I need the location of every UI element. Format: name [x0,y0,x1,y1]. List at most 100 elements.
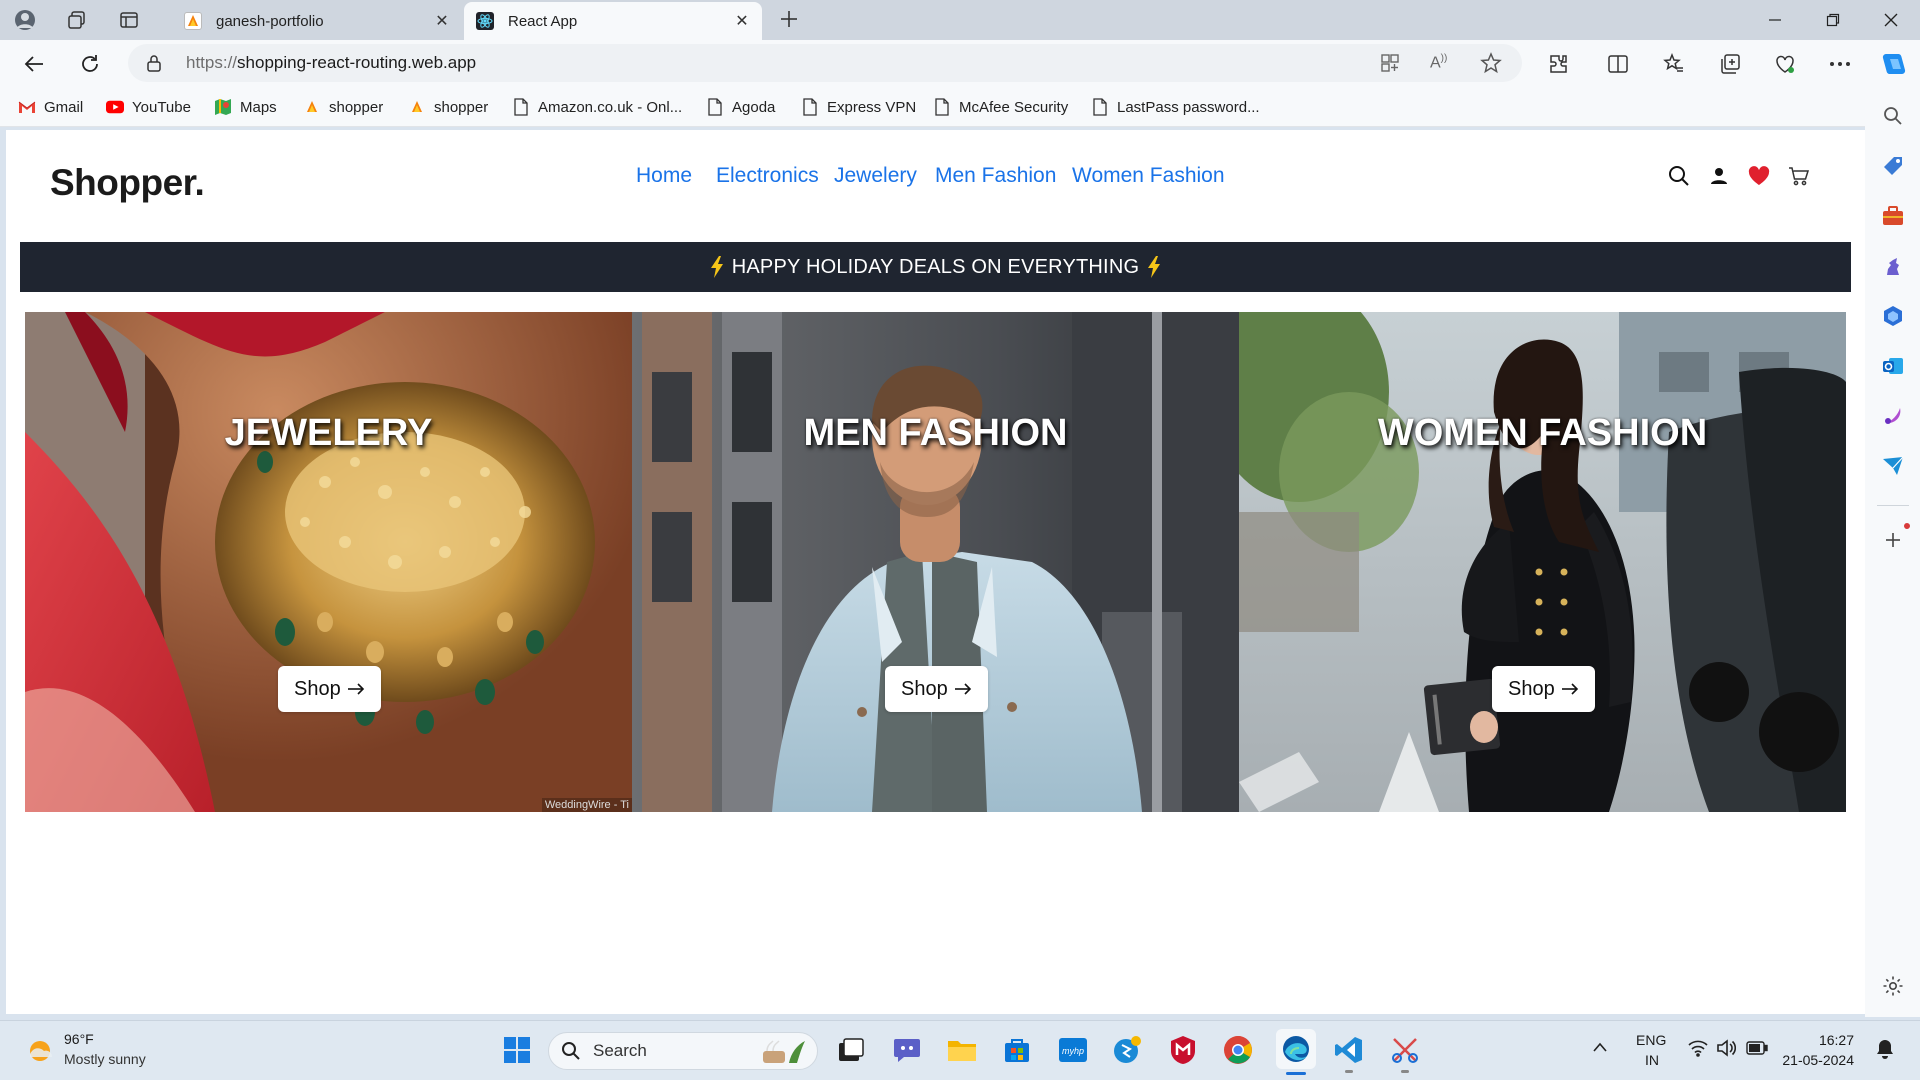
start-windows-icon[interactable] [500,1033,534,1067]
clock-time[interactable]: 16:27 [1802,1032,1854,1048]
wifi-icon[interactable] [1688,1039,1708,1057]
snipping-tool-icon[interactable] [1388,1033,1422,1073]
vertical-tabs-icon[interactable] [118,9,140,31]
task-view-icon[interactable] [834,1033,868,1067]
bookmark-amazon[interactable]: Amazon.co.uk - Onl... [512,97,682,117]
bookmark-gmail[interactable]: Gmail [18,97,83,117]
teams-chat-icon[interactable] [890,1033,924,1067]
close-tab-icon[interactable]: ✕ [432,11,452,31]
heart-icon[interactable] [1747,164,1771,188]
edge-browser-icon[interactable] [1276,1029,1316,1075]
search-highlight-icon [763,1040,805,1063]
firebase-icon [303,98,321,116]
chrome-icon[interactable] [1221,1033,1255,1067]
copilot-icon[interactable] [1878,48,1910,80]
tab-react-app[interactable]: React App ✕ [464,2,762,40]
sidebar-search-icon[interactable] [1880,103,1906,129]
weather-sun-icon[interactable] [24,1035,56,1067]
category-card-jewelery[interactable]: JEWELERY Shop WeddingWire - Ti [25,312,632,812]
nav-men-fashion[interactable]: Men Fashion [935,164,1056,188]
app-available-icon[interactable] [1380,53,1400,73]
user-icon[interactable] [1707,164,1731,188]
workspaces-icon[interactable] [66,9,88,31]
shop-button[interactable]: Shop [1492,666,1595,712]
microsoft-365-icon[interactable] [1880,303,1906,329]
bookmark-express-vpn[interactable]: Express VPN [801,97,916,117]
games-chess-icon[interactable] [1880,253,1906,279]
bookmark-shopper[interactable]: shopper [303,97,383,117]
read-aloud-icon[interactable]: A)) [1430,53,1447,72]
back-icon[interactable] [20,50,48,78]
sidebar-settings-gear-icon[interactable] [1880,973,1906,999]
outlook-icon[interactable] [1880,353,1906,379]
notification-bell-icon[interactable] [1876,1039,1894,1059]
bookmark-shopper[interactable]: shopper [408,97,488,117]
microsoft-store-icon[interactable] [1000,1033,1034,1067]
search-icon[interactable] [1667,164,1691,188]
input-region[interactable]: IN [1645,1052,1659,1068]
taskbar-search-box[interactable]: Search [548,1032,818,1070]
myhp-icon[interactable]: myhp [1056,1033,1090,1067]
cart-icon[interactable] [1787,164,1811,188]
designer-icon[interactable] [1880,403,1906,429]
browser-essentials-icon[interactable] [1771,50,1799,78]
notification-dot [1904,523,1910,529]
running-app-indicator [1345,1070,1353,1073]
collections-icon[interactable] [1716,50,1744,78]
file-explorer-icon[interactable] [945,1033,979,1067]
mcafee-icon[interactable] [1166,1033,1200,1067]
clock-date[interactable]: 21-05-2024 [1776,1052,1854,1068]
minimize-icon[interactable] [1763,8,1787,32]
category-card-men-fashion[interactable]: MEN FASHION Shop [632,312,1239,812]
favorites-icon[interactable] [1660,50,1688,78]
lock-icon[interactable] [146,54,162,72]
banner-text: HAPPY HOLIDAY DEALS ON EVERYTHING [731,255,1140,278]
shop-button[interactable]: Shop [278,666,381,712]
lightning-bolt-icon [1148,256,1161,278]
bookmark-maps[interactable]: Maps [214,97,277,117]
add-sidebar-app-icon[interactable] [1880,523,1910,553]
extensions-icon[interactable] [1544,50,1572,78]
show-hidden-icons-chevron-icon[interactable] [1592,1041,1608,1053]
youtube-icon [106,98,124,116]
nav-jewelery[interactable]: Jewelery [834,164,917,188]
nav-home[interactable]: Home [636,164,692,188]
category-card-women-fashion[interactable]: WOMEN FASHION Shop [1239,312,1846,812]
close-window-icon[interactable] [1879,8,1903,32]
address-bar[interactable]: https://shopping-react-routing.web.app A… [128,44,1522,82]
bookmark-agoda[interactable]: Agoda [706,97,775,117]
weather-desc[interactable]: Mostly sunny [64,1051,146,1067]
tools-briefcase-icon[interactable] [1880,203,1906,229]
bookmark-mcafee[interactable]: McAfee Security [933,97,1068,117]
new-tab-icon[interactable] [778,8,800,30]
tab-ganesh-portfolio[interactable]: ganesh-portfolio ✕ [172,2,462,40]
restore-icon[interactable] [1821,8,1845,32]
profile-avatar-icon[interactable] [14,9,36,31]
favorite-star-icon[interactable] [1480,52,1502,74]
refresh-icon[interactable] [76,50,104,78]
vscode-icon[interactable] [1332,1033,1366,1073]
shopping-tag-icon[interactable] [1880,153,1906,179]
more-options-icon[interactable] [1826,50,1854,78]
nav-electronics[interactable]: Electronics [716,164,819,188]
hp-support-icon[interactable] [1110,1033,1144,1067]
close-tab-icon[interactable]: ✕ [732,11,752,31]
tab-title: React App [508,12,578,30]
bookmark-youtube[interactable]: YouTube [106,97,191,117]
nav-women-fashion[interactable]: Women Fashion [1072,164,1225,188]
sidebar-divider [1877,505,1909,506]
card-title: MEN FASHION [803,412,1068,454]
battery-icon[interactable] [1746,1041,1768,1055]
weather-temp[interactable]: 96°F [64,1031,94,1047]
send-icon[interactable] [1880,453,1906,479]
arrow-right-icon [954,683,971,695]
volume-icon[interactable] [1716,1039,1736,1057]
shop-button[interactable]: Shop [885,666,988,712]
tab-strip: ganesh-portfolio ✕ React App ✕ [0,0,1920,40]
url-text[interactable]: https://shopping-react-routing.web.app [186,53,476,73]
promo-banner: HAPPY HOLIDAY DEALS ON EVERYTHING [20,242,1851,292]
bookmark-lastpass[interactable]: LastPass password... [1091,97,1260,117]
brand-logo[interactable]: Shopper. [50,162,205,204]
input-language[interactable]: ENG [1636,1032,1666,1048]
split-screen-icon[interactable] [1604,50,1632,78]
